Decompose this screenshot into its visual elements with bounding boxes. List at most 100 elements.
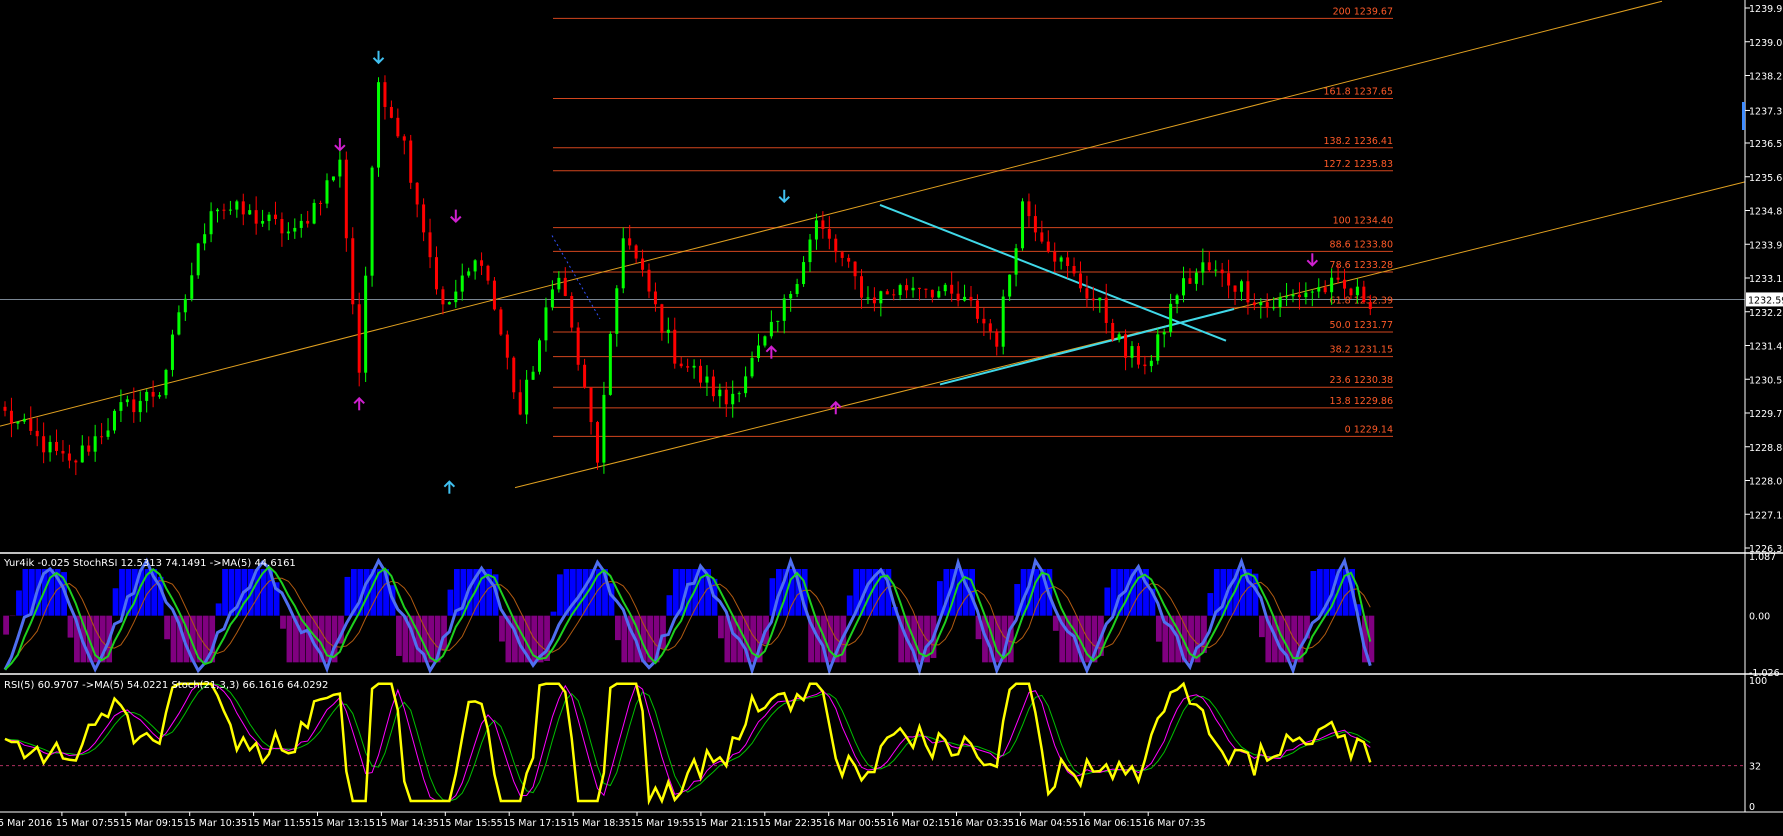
candle-body bbox=[525, 379, 529, 415]
trading-chart: 200 1239.67 161.8 1237.65 138.2 1236.41 127… bbox=[0, 0, 1783, 829]
histogram-bar bbox=[286, 615, 293, 663]
candle-body bbox=[1059, 257, 1063, 262]
candle-body bbox=[434, 257, 438, 290]
candle-body bbox=[1336, 277, 1340, 280]
candle-body bbox=[531, 371, 535, 380]
y-tick-label: 1230.58 bbox=[1749, 375, 1783, 386]
candle-body bbox=[370, 167, 374, 276]
candle-body bbox=[872, 297, 876, 304]
x-tick-label: 15 Mar 2016 bbox=[0, 818, 52, 829]
candle-body bbox=[177, 312, 181, 335]
candle-body bbox=[1227, 273, 1231, 286]
fib-level-label: 88.6 1233.80 bbox=[1330, 239, 1393, 250]
candle-body bbox=[1214, 269, 1218, 271]
candle-body bbox=[795, 284, 799, 294]
candle-body bbox=[602, 394, 606, 463]
candle-body bbox=[22, 418, 26, 422]
candle-body bbox=[422, 204, 426, 233]
candle-body bbox=[1104, 297, 1108, 323]
candle-body bbox=[1124, 334, 1128, 358]
candle-body bbox=[1220, 269, 1224, 274]
candle-body bbox=[589, 387, 593, 423]
current-price-label: 1232.59 bbox=[1748, 295, 1783, 306]
candle-body bbox=[621, 238, 625, 289]
candle-body bbox=[563, 277, 567, 296]
candle-body bbox=[492, 280, 496, 310]
candle-body bbox=[634, 245, 638, 259]
y-tick-label: 1237.35 bbox=[1749, 106, 1783, 117]
candle-body bbox=[248, 210, 252, 215]
candle-body bbox=[1130, 346, 1134, 358]
candle-body bbox=[615, 288, 619, 334]
candle-body bbox=[467, 271, 471, 276]
y-tick-label: 1228.88 bbox=[1749, 443, 1783, 454]
candle-body bbox=[1027, 201, 1031, 217]
candle-body bbox=[1188, 278, 1192, 284]
arrow-down-icon bbox=[778, 189, 790, 204]
x-tick-label: 15 Mar 18:35 bbox=[567, 818, 630, 829]
candle-body bbox=[1149, 360, 1153, 367]
x-tick-label: 16 Mar 06:15 bbox=[1078, 818, 1141, 829]
candle-body bbox=[190, 275, 194, 299]
histogram-bar bbox=[3, 615, 10, 635]
candle-body bbox=[125, 399, 129, 403]
candle-body bbox=[112, 410, 116, 431]
candle-body bbox=[544, 307, 548, 341]
candle-body bbox=[480, 260, 484, 266]
candle-body bbox=[686, 366, 690, 368]
candle-body bbox=[1310, 291, 1314, 293]
candle-body bbox=[892, 294, 896, 296]
histogram-bar bbox=[280, 615, 286, 629]
candle-body bbox=[267, 214, 271, 222]
fib-level-label: 50.0 1231.77 bbox=[1330, 320, 1393, 331]
candle-body bbox=[183, 298, 187, 313]
candle-body bbox=[628, 238, 632, 246]
candle-body bbox=[660, 304, 664, 333]
candle-body bbox=[1040, 232, 1044, 242]
candle-body bbox=[254, 210, 258, 224]
histogram-bar bbox=[1207, 593, 1214, 616]
x-tick-label: 15 Mar 13:15 bbox=[312, 818, 375, 829]
candle-body bbox=[1098, 297, 1102, 301]
candle-body bbox=[273, 214, 277, 220]
histogram-bar bbox=[557, 574, 563, 616]
candle-body bbox=[860, 276, 864, 298]
candle-body bbox=[319, 202, 323, 204]
histogram-bar bbox=[344, 576, 351, 616]
candle-body bbox=[48, 441, 52, 453]
candle-body bbox=[331, 176, 335, 181]
candle-body bbox=[776, 320, 780, 322]
histogram-bar bbox=[718, 615, 724, 639]
candle-body bbox=[1362, 286, 1366, 303]
candle-body bbox=[969, 296, 973, 301]
histogram-bar bbox=[67, 615, 74, 638]
candle-body bbox=[731, 393, 735, 405]
candle-body bbox=[170, 334, 174, 370]
candle-body bbox=[1259, 302, 1263, 306]
candle-body bbox=[196, 243, 200, 276]
candle-body bbox=[1291, 294, 1295, 297]
candle-body bbox=[647, 269, 651, 292]
candle-body bbox=[808, 239, 812, 263]
candle-body bbox=[1207, 262, 1211, 271]
candle-body bbox=[834, 238, 838, 253]
candle-body bbox=[718, 389, 722, 397]
candle-body bbox=[3, 406, 7, 411]
candle-body bbox=[608, 333, 612, 395]
candle-body bbox=[203, 234, 207, 244]
candle-body bbox=[789, 293, 793, 299]
histogram-bar bbox=[499, 615, 505, 642]
candle-body bbox=[995, 331, 999, 347]
y-tick-label: 100 bbox=[1749, 676, 1767, 687]
candle-body bbox=[306, 220, 310, 224]
candle-body bbox=[415, 182, 419, 205]
candle-body bbox=[1194, 272, 1198, 284]
candle-body bbox=[782, 298, 786, 321]
candle-body bbox=[673, 329, 677, 364]
candle-body bbox=[975, 300, 979, 319]
candle-body bbox=[344, 159, 348, 239]
y-tick-label: 1235.68 bbox=[1749, 173, 1783, 184]
candle-body bbox=[879, 291, 883, 304]
candle-body bbox=[1053, 251, 1057, 262]
candle-body bbox=[512, 357, 516, 393]
